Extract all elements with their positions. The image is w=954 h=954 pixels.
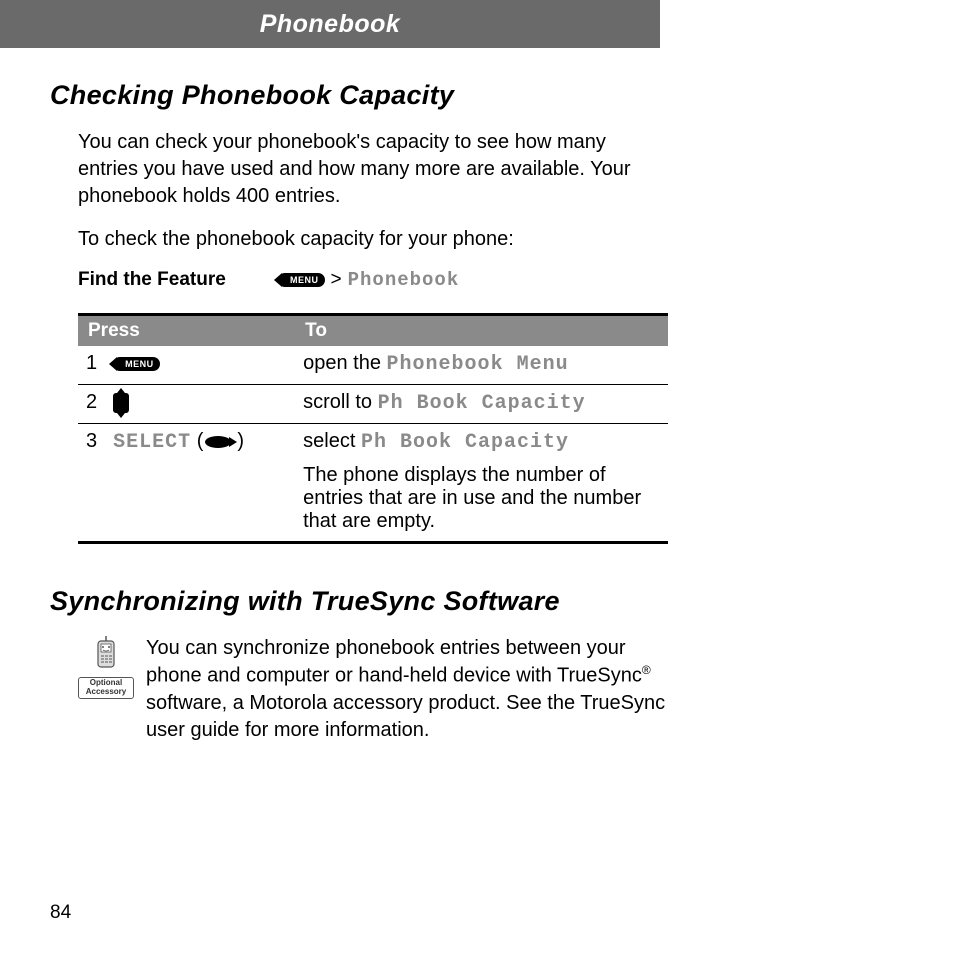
truesync-text-pre: You can synchronize phonebook entries be… — [146, 637, 642, 687]
table-row: 3 SELECT () select Ph Book Capacity The … — [78, 424, 668, 543]
steps-table: Press To 1 MENU open the Phonebook Menu … — [78, 313, 668, 544]
action-cell: scroll to Ph Book Capacity — [295, 385, 668, 424]
page-number: 84 — [50, 902, 71, 924]
action-cell: select Ph Book Capacity The phone displa… — [295, 424, 668, 543]
optional-accessory-label: Optional Accessory — [78, 677, 134, 699]
press-cell: MENU — [105, 346, 295, 385]
step-number: 2 — [78, 385, 105, 424]
step-number: 1 — [78, 346, 105, 385]
menu-item-code: Ph Book Capacity — [361, 431, 569, 454]
optional-accessory-icon: Optional Accessory — [78, 635, 134, 744]
action-cell: open the Phonebook Menu — [295, 346, 668, 385]
section-truesync: Synchronizing with TrueSync Software Opt… — [50, 586, 670, 744]
section-heading-truesync: Synchronizing with TrueSync Software — [50, 586, 670, 617]
menu-path-phonebook: Phonebook — [348, 269, 460, 291]
scroll-key-icon — [113, 393, 129, 413]
action-extra-text: The phone displays the number of entries… — [303, 464, 660, 533]
select-softkey-label: SELECT — [113, 431, 191, 454]
intro-paragraph-1: You can check your phonebook's capacity … — [78, 129, 670, 210]
softkey-icon — [203, 435, 237, 449]
paren-close: ) — [237, 430, 244, 452]
table-row: 2 scroll to Ph Book Capacity — [78, 385, 668, 424]
paren-open: ( — [197, 430, 204, 452]
truesync-paragraph: You can synchronize phonebook entries be… — [146, 635, 670, 744]
step-number: 3 — [78, 424, 105, 543]
menu-item-code: Ph Book Capacity — [378, 392, 586, 415]
column-header-to: To — [295, 315, 668, 347]
action-text: select — [303, 430, 361, 452]
breadcrumb-separator: > — [331, 269, 342, 291]
page-content: Checking Phonebook Capacity You can chec… — [50, 80, 670, 744]
registered-mark: ® — [642, 663, 651, 677]
table-row: 1 MENU open the Phonebook Menu — [78, 346, 668, 385]
menu-key-icon: MENU — [113, 357, 160, 371]
menu-item-code: Phonebook Menu — [387, 353, 569, 376]
action-text: scroll to — [303, 391, 377, 413]
find-feature-row: Find the Feature MENU > Phonebook — [78, 269, 670, 291]
section-heading-capacity: Checking Phonebook Capacity — [50, 80, 670, 111]
action-text: open the — [303, 352, 386, 374]
press-cell: SELECT () — [105, 424, 295, 543]
truesync-text-post: software, a Motorola accessory product. … — [146, 692, 665, 741]
press-cell — [105, 385, 295, 424]
find-feature-label: Find the Feature — [78, 269, 278, 291]
chapter-banner: Phonebook — [0, 0, 660, 48]
column-header-press: Press — [78, 315, 295, 347]
intro-paragraph-2: To check the phonebook capacity for your… — [78, 226, 670, 253]
menu-key-icon: MENU — [278, 273, 325, 287]
